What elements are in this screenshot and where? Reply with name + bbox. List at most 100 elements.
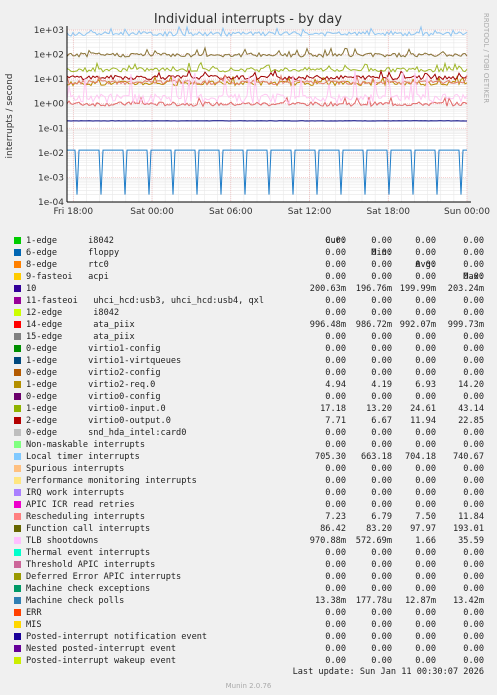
legend-avg-value: 11.94: [410, 416, 436, 426]
legend-avg-value: 0.00: [415, 644, 436, 654]
chart: 1e+031e+021e+011e+001e-011e-021e-031e-04…: [5, 12, 490, 217]
legend-avg-value: 199.99m: [399, 284, 436, 294]
legend-avg-value: 0.00: [415, 620, 436, 630]
legend-min-value: 663.18: [360, 452, 392, 462]
legend-min-value: 196.76m: [355, 284, 392, 294]
legend-min-value: 572.69m: [355, 536, 392, 546]
legend-swatch: [14, 621, 21, 628]
legend-max-value: 0.00: [463, 572, 484, 582]
legend-avg-value: 0.00: [415, 248, 436, 258]
legend-avg-value: 1.66: [415, 536, 436, 546]
legend-max-value: 999.73m: [447, 320, 484, 330]
legend-min-value: 0.00: [371, 548, 392, 558]
legend-min-value: 0.00: [371, 248, 392, 258]
legend-label: 6-edge floppy: [26, 248, 120, 258]
legend-min-value: 0.00: [371, 440, 392, 450]
legend-label: 1-edge virtio1-virtqueues: [26, 356, 182, 366]
legend-min-value: 0.00: [371, 260, 392, 270]
legend-avg-value: 992.07m: [399, 320, 436, 330]
legend-cur-value: 0.00: [325, 656, 346, 666]
legend-row: 8-edge rtc0 0.00 0.00 0.00 0.00: [0, 259, 497, 271]
x-tick-label: Sun 00:00: [444, 207, 490, 217]
legend-min-value: 0.00: [371, 272, 392, 282]
legend-label: Thermal event interrupts: [26, 548, 151, 558]
legend-label: Nested posted-interrupt event: [26, 644, 177, 654]
legend-swatch: [14, 393, 21, 400]
legend-row: 0-edge snd_hda_intel:card0 0.00 0.00 0.00 0.…: [0, 427, 497, 439]
legend-min-value: 0.00: [371, 308, 392, 318]
legend-cur-value: 0.00: [325, 548, 346, 558]
legend-avg-value: 0.00: [415, 296, 436, 306]
chart-title: Individual interrupts - by day: [154, 12, 342, 27]
legend-label: 2-edge virtio0-output.0: [26, 416, 171, 426]
legend-max-value: 193.01: [452, 524, 484, 534]
legend-max-value: 0.00: [463, 392, 484, 402]
legend-row: 10 200.63m 196.76m 199.99m 203.24m: [0, 283, 497, 295]
x-tick-label: Sat 00:00: [130, 207, 174, 217]
legend-swatch: [14, 537, 21, 544]
legend-avg-value: 0.00: [415, 488, 436, 498]
legend-row: 14-edge ata_piix 996.48m 986.72m 992.07m 999…: [0, 319, 497, 331]
legend-label: APIC ICR read retries: [26, 500, 135, 510]
legend-cur-value: 0.00: [325, 440, 346, 450]
legend-avg-value: 0.00: [415, 308, 436, 318]
legend-cur-value: 0.00: [325, 584, 346, 594]
legend-swatch: [14, 609, 21, 616]
legend-row: Machine check polls 13.38m 177.78u 12.87m 13…: [0, 595, 497, 607]
legend-swatch: [14, 597, 21, 604]
legend-label: 0-edge virtio0-config: [26, 392, 161, 402]
x-tick-label: Fri 18:00: [54, 207, 94, 217]
legend-label: Function call interrupts: [26, 524, 151, 534]
legend-min-value: 0.00: [371, 656, 392, 666]
legend-row: Deferred Error APIC interrupts 0.00 0.00 0.…: [0, 571, 497, 583]
legend-row: Nested posted-interrupt event 0.00 0.00 0.0…: [0, 643, 497, 655]
legend-avg-value: 7.50: [415, 512, 436, 522]
legend-swatch: [14, 561, 21, 568]
legend-label: ERR: [26, 608, 42, 618]
legend-label: 15-edge ata_piix: [26, 332, 135, 342]
legend-row: Function call interrupts 86.42 83.20 97.97 1…: [0, 523, 497, 535]
legend-avg-value: 704.18: [404, 452, 436, 462]
legend-max-value: 14.20: [458, 380, 484, 390]
legend-label: 12-edge i8042: [26, 308, 120, 318]
legend-swatch: [14, 513, 21, 520]
y-tick-label: 1e+01: [34, 75, 64, 85]
legend-swatch: [14, 465, 21, 472]
legend-min-value: 986.72m: [355, 320, 392, 330]
legend-min-value: 0.00: [371, 488, 392, 498]
legend-cur-value: 0.00: [325, 236, 346, 246]
legend-swatch: [14, 309, 21, 316]
legend-max-value: 0.00: [463, 584, 484, 594]
legend-cur-value: 0.00: [325, 608, 346, 618]
y-tick-label: 1e+00: [34, 100, 65, 110]
legend-cur-value: 0.00: [325, 248, 346, 258]
legend-row: 11-fasteoi uhci_hcd:usb3, uhci_hcd:usb4,…: [0, 295, 497, 307]
legend-max-value: 0.00: [463, 656, 484, 666]
legend-min-value: 0.00: [371, 620, 392, 630]
legend-cur-value: 86.42: [320, 524, 346, 534]
legend-label: TLB shootdowns: [26, 536, 99, 546]
legend-row: Non-maskable interrupts 0.00 0.00 0.00 0.00: [0, 439, 497, 451]
legend-max-value: 0.00: [463, 260, 484, 270]
legend-max-value: 11.84: [458, 512, 484, 522]
legend-swatch: [14, 321, 21, 328]
legend-row: Thermal event interrupts 0.00 0.00 0.00 0.00: [0, 547, 497, 559]
legend-row: Rescheduling interrupts 7.23 6.79 7.50 11.84: [0, 511, 497, 523]
legend-max-value: 0.00: [463, 560, 484, 570]
legend-min-value: 4.19: [371, 380, 392, 390]
legend-max-value: 0.00: [463, 368, 484, 378]
legend-row: TLB shootdowns 970.88m 572.69m 1.66 35.59: [0, 535, 497, 547]
legend-max-value: 0.00: [463, 272, 484, 282]
legend-max-value: 0.00: [463, 248, 484, 258]
legend-min-value: 0.00: [371, 368, 392, 378]
legend-avg-value: 0.00: [415, 356, 436, 366]
legend-row: Machine check exceptions 0.00 0.00 0.00 0.00: [0, 583, 497, 595]
legend-max-value: 0.00: [463, 440, 484, 450]
legend-swatch: [14, 381, 21, 388]
legend-avg-value: 0.00: [415, 272, 436, 282]
legend-cur-value: 0.00: [325, 560, 346, 570]
legend-label: 0-edge virtio1-config: [26, 344, 161, 354]
legend-row: 0-edge virtio0-config 0.00 0.00 0.00 0.00: [0, 391, 497, 403]
legend-min-value: 0.00: [371, 236, 392, 246]
legend-swatch: [14, 273, 21, 280]
